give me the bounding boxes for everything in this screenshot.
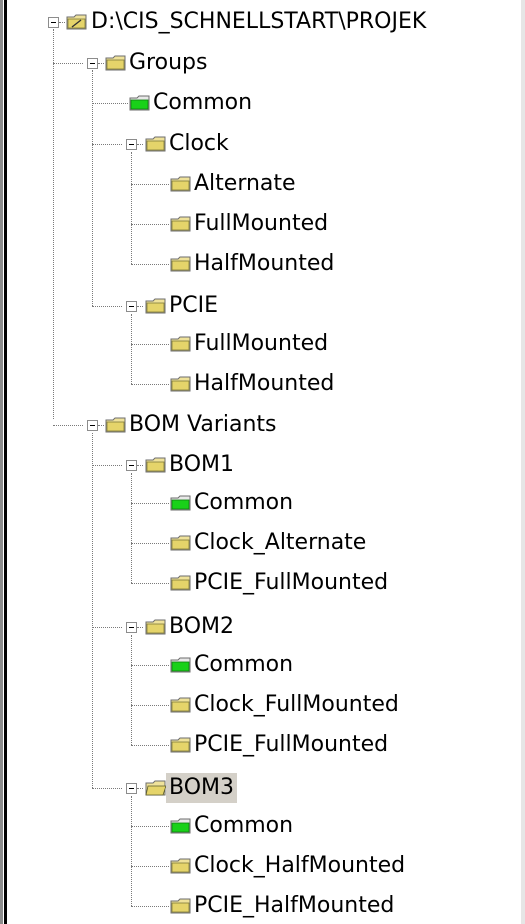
- collapse-icon-bom-variants[interactable]: [87, 420, 98, 431]
- green-folder-icon: [170, 818, 192, 834]
- tree-connector: [131, 344, 169, 345]
- collapse-icon-root[interactable]: [48, 17, 59, 28]
- open-folder-icon: [145, 780, 167, 796]
- tree-node-bom2-clock[interactable]: Clock_FullMounted: [191, 690, 402, 720]
- tree-connector: [137, 144, 143, 145]
- tree-connector: [131, 635, 132, 745]
- collapse-icon-bom3[interactable]: [126, 783, 137, 794]
- tree-connector: [131, 264, 169, 265]
- root-folder-icon: [66, 14, 88, 30]
- tree-node-clock-fullmounted[interactable]: FullMounted: [191, 209, 331, 239]
- tree-node-bom1-clock[interactable]: Clock_Alternate: [191, 528, 369, 558]
- tree-connector: [59, 22, 65, 23]
- tree-connector: [137, 465, 143, 466]
- tree-node-root[interactable]: D:\CIS_SCHNELLSTART\PROJEK: [88, 7, 429, 37]
- tree-node-bom1[interactable]: BOM1: [166, 450, 237, 480]
- tree-connector: [137, 627, 143, 628]
- folder-icon: [145, 457, 167, 473]
- folder-icon: [170, 737, 192, 753]
- tree-node-bom2-common[interactable]: Common: [191, 650, 296, 680]
- project-tree: D:\CIS_SCHNELLSTART\PROJEK Groups Common…: [0, 0, 521, 924]
- folder-icon: [170, 575, 192, 591]
- tree-connector: [92, 627, 122, 628]
- tree-connector: [131, 184, 169, 185]
- tree-node-bom3-common[interactable]: Common: [191, 811, 296, 841]
- folder-icon: [170, 336, 192, 352]
- tree-node-bom3[interactable]: BOM3: [166, 773, 238, 803]
- tree-connector: [131, 745, 169, 746]
- tree-connector: [131, 152, 132, 264]
- tree-connector: [92, 433, 93, 788]
- tree-connector: [92, 103, 128, 104]
- collapse-icon-bom1[interactable]: [126, 460, 137, 471]
- folder-icon: [170, 858, 192, 874]
- folder-icon: [145, 298, 167, 314]
- tree-node-groups-common[interactable]: Common: [150, 88, 255, 118]
- tree-connector: [131, 705, 169, 706]
- tree-node-bom3-pcie[interactable]: PCIE_HalfMounted: [191, 891, 397, 921]
- folder-icon: [170, 697, 192, 713]
- folder-icon: [105, 55, 127, 71]
- collapse-icon-pcie[interactable]: [126, 301, 137, 312]
- folder-icon: [170, 176, 192, 192]
- tree-connector: [131, 314, 132, 384]
- tree-connector: [131, 665, 169, 666]
- tree-node-bom2-pcie[interactable]: PCIE_FullMounted: [191, 730, 391, 760]
- tree-connector: [92, 788, 122, 789]
- tree-connector: [53, 63, 83, 64]
- tree-node-bom1-pcie[interactable]: PCIE_FullMounted: [191, 568, 391, 598]
- tree-connector: [131, 473, 132, 583]
- tree-connector: [137, 788, 143, 789]
- green-folder-icon: [129, 95, 151, 111]
- tree-node-pcie-fullmounted[interactable]: FullMounted: [191, 329, 331, 359]
- tree-connector: [92, 465, 122, 466]
- tree-node-pcie[interactable]: PCIE: [166, 291, 221, 321]
- tree-connector: [131, 866, 169, 867]
- tree-node-pcie-halfmounted[interactable]: HalfMounted: [191, 369, 337, 399]
- tree-connector: [131, 384, 169, 385]
- tree-node-bom-variants[interactable]: BOM Variants: [126, 410, 280, 440]
- folder-icon: [170, 898, 192, 914]
- tree-connector: [53, 425, 83, 426]
- tree-connector: [131, 224, 169, 225]
- collapse-icon-bom2[interactable]: [126, 622, 137, 633]
- window-right-edge: [521, 0, 525, 924]
- tree-connector: [92, 144, 122, 145]
- green-folder-icon: [170, 657, 192, 673]
- tree-connector: [131, 796, 132, 906]
- folder-icon: [145, 619, 167, 635]
- tree-connector: [53, 29, 54, 419]
- tree-node-bom2[interactable]: BOM2: [166, 612, 237, 642]
- folder-icon: [170, 535, 192, 551]
- folder-icon: [170, 216, 192, 232]
- tree-node-clock-alternate[interactable]: Alternate: [191, 169, 299, 199]
- tree-connector: [92, 306, 122, 307]
- folder-icon: [170, 376, 192, 392]
- green-folder-icon: [170, 495, 192, 511]
- collapse-icon-groups[interactable]: [87, 58, 98, 69]
- tree-connector: [98, 63, 104, 64]
- tree-connector: [131, 503, 169, 504]
- tree-connector: [131, 906, 169, 907]
- tree-node-clock-halfmounted[interactable]: HalfMounted: [191, 249, 337, 279]
- folder-icon: [145, 136, 167, 152]
- tree-connector: [98, 425, 104, 426]
- tree-node-bom1-common[interactable]: Common: [191, 488, 296, 518]
- tree-connector: [131, 826, 169, 827]
- tree-connector: [92, 70, 93, 306]
- tree-connector: [131, 543, 169, 544]
- tree-node-bom3-clock[interactable]: Clock_HalfMounted: [191, 851, 408, 881]
- folder-icon: [105, 417, 127, 433]
- tree-connector: [131, 583, 169, 584]
- tree-node-groups[interactable]: Groups: [126, 48, 210, 78]
- folder-icon: [170, 256, 192, 272]
- tree-node-clock[interactable]: Clock: [166, 129, 232, 159]
- tree-connector: [137, 306, 143, 307]
- collapse-icon-clock[interactable]: [126, 139, 137, 150]
